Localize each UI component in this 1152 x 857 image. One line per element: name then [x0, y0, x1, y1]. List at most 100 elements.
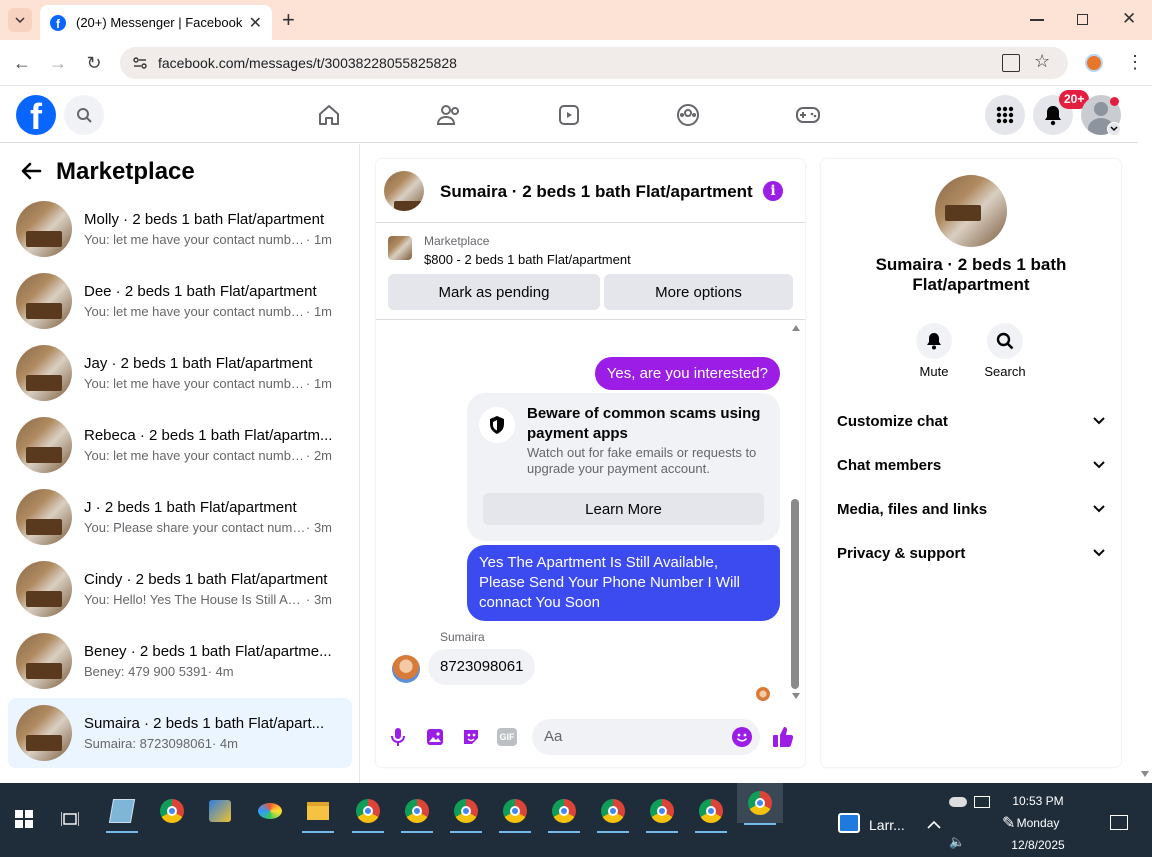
incoming-message[interactable]: 8723098061 — [428, 649, 536, 685]
chat-panel: Sumaira · 2 beds 1 bath Flat/apartment i… — [376, 159, 805, 767]
clock-time[interactable]: 10:53 PM — [1010, 794, 1066, 808]
page-scrollbar[interactable] — [1138, 144, 1152, 783]
clock-day[interactable]: Monday — [1010, 816, 1066, 830]
install-app-icon[interactable] — [1002, 54, 1020, 72]
scroll-up-arrow-icon[interactable] — [792, 325, 800, 331]
browser-menu-icon[interactable]: ⋮ — [1126, 52, 1144, 72]
home-icon[interactable] — [313, 99, 345, 131]
details-section-row[interactable]: Privacy & support — [837, 535, 1105, 571]
tab-close-icon[interactable]: ✕ — [249, 13, 262, 33]
groups-icon[interactable] — [672, 99, 704, 131]
chrome-profile-4-icon[interactable] — [493, 791, 537, 833]
conversation-time: · 1m — [306, 304, 332, 319]
details-section-row[interactable]: Customize chat — [837, 403, 1105, 439]
details-section-label: Privacy & support — [837, 544, 966, 562]
conversation-item[interactable]: Sumaira · 2 beds 1 bath Flat/apart... Sum… — [8, 698, 352, 768]
chrome-icon[interactable] — [150, 791, 194, 831]
reload-icon[interactable]: ↻ — [82, 51, 106, 75]
tray-chevron-up-icon[interactable] — [927, 817, 941, 835]
minimize-icon[interactable] — [1030, 19, 1044, 21]
conversation-item[interactable]: Beney · 2 beds 1 bath Flat/apartme... Ben… — [8, 626, 352, 696]
chrome-active-icon[interactable] — [737, 783, 783, 825]
gaming-icon[interactable] — [792, 99, 824, 131]
tray-app-icon[interactable] — [838, 813, 860, 833]
scroll-thumb[interactable] — [791, 499, 799, 689]
back-arrow-icon[interactable] — [20, 160, 44, 184]
onedrive-cloud-icon[interactable] — [949, 797, 967, 807]
emoji-icon[interactable] — [732, 727, 752, 747]
chrome-profile-6-icon[interactable] — [591, 791, 635, 833]
more-options-button[interactable]: More options — [604, 274, 793, 310]
chrome-profile-1-icon[interactable] — [346, 791, 390, 833]
sender-avatar[interactable] — [392, 655, 420, 683]
search-in-chat-button[interactable] — [987, 323, 1023, 359]
outgoing-message-long[interactable]: Yes The Apartment Is Still Available, Pl… — [467, 545, 780, 621]
file-explorer-icon[interactable] — [296, 791, 340, 833]
page-scroll-down-icon[interactable] — [1141, 771, 1149, 777]
sticker-icon[interactable] — [461, 727, 481, 747]
chrome-profile-8-icon[interactable] — [689, 791, 733, 833]
bookmark-star-icon[interactable]: ☆ — [1034, 51, 1050, 72]
clock-date[interactable]: 12/8/2025 — [1008, 838, 1068, 852]
profile-avatar-icon[interactable] — [1085, 54, 1103, 72]
menu-grid-icon[interactable] — [985, 95, 1025, 135]
magnifier-icon — [996, 332, 1014, 350]
mark-as-pending-button[interactable]: Mark as pending — [388, 274, 600, 310]
site-info-icon[interactable] — [132, 55, 148, 71]
learn-more-button[interactable]: Learn More — [483, 493, 764, 525]
paint-app-icon[interactable] — [248, 791, 292, 831]
gif-icon[interactable]: GIF — [497, 728, 517, 746]
new-tab-icon[interactable]: + — [282, 8, 295, 32]
facebook-logo-icon[interactable]: f — [16, 95, 56, 135]
chrome-profile-2-icon[interactable] — [395, 791, 439, 833]
chevron-down-icon — [1093, 461, 1105, 469]
maximize-icon[interactable] — [1077, 14, 1088, 25]
video-icon[interactable] — [553, 99, 585, 131]
mute-button[interactable] — [916, 323, 952, 359]
chat-info-icon[interactable]: i — [763, 181, 783, 201]
conversation-item[interactable]: Rebeca · 2 beds 1 bath Flat/apartm... You… — [8, 410, 352, 480]
chat-scrollbar[interactable] — [789, 325, 801, 705]
conversation-item[interactable]: Cindy · 2 beds 1 bath Flat/apartment You:… — [8, 554, 352, 624]
tray-app-label[interactable]: Larr... — [869, 817, 905, 833]
conversation-item[interactable]: Dee · 2 beds 1 bath Flat/apartment You: l… — [8, 266, 352, 336]
app-notebook-icon[interactable] — [100, 791, 144, 833]
chrome-profile-7-icon[interactable] — [640, 791, 684, 833]
forward-icon[interactable]: → — [46, 51, 70, 75]
conversation-name: Cindy · 2 beds 1 bath Flat/apartment — [84, 571, 328, 588]
search-icon[interactable] — [64, 95, 104, 135]
address-bar[interactable]: facebook.com/messages/t/3003822805582582… — [120, 47, 1068, 79]
conversation-item[interactable]: Jay · 2 beds 1 bath Flat/apartment You: l… — [8, 338, 352, 408]
conversation-item[interactable]: J · 2 beds 1 bath Flat/apartment You: Ple… — [8, 482, 352, 552]
chrome-profile-3-icon[interactable] — [444, 791, 488, 833]
message-input[interactable]: Aa — [532, 719, 760, 755]
photo-icon[interactable] — [425, 727, 445, 747]
details-section-row[interactable]: Media, files and links — [837, 491, 1105, 527]
network-icon[interactable] — [974, 796, 990, 808]
volume-icon[interactable]: 🔈 — [949, 834, 965, 850]
start-windows-icon[interactable] — [2, 799, 46, 839]
details-avatar[interactable] — [935, 175, 1007, 247]
outgoing-message[interactable]: Yes, are you interested? — [594, 357, 780, 390]
close-window-icon[interactable]: ✕ — [1122, 9, 1136, 29]
notification-center-icon[interactable] — [1110, 815, 1128, 830]
chat-listing-avatar[interactable] — [384, 171, 424, 211]
photos-app-icon[interactable] — [198, 791, 242, 831]
account-chevron-down-icon[interactable] — [1107, 122, 1121, 136]
details-section-row[interactable]: Chat members — [837, 447, 1105, 483]
conversation-preview: You: let me have your contact numbe... — [84, 304, 306, 319]
listing-thumbnail[interactable] — [388, 236, 412, 260]
task-view-icon[interactable] — [48, 799, 92, 839]
conversation-item[interactable]: Molly · 2 beds 1 bath Flat/apartment You:… — [8, 194, 352, 264]
chrome-profile-5-icon[interactable] — [542, 791, 586, 833]
chat-title[interactable]: Sumaira · 2 beds 1 bath Flat/apartment — [440, 182, 753, 202]
warning-title: Beware of common scams using payment app… — [527, 405, 761, 442]
like-thumbs-up-icon[interactable] — [772, 726, 794, 748]
browser-tab[interactable]: f (20+) Messenger | Facebook ✕ — [40, 5, 272, 40]
tab-search-icon[interactable] — [8, 8, 32, 32]
microphone-icon[interactable] — [390, 727, 406, 747]
friends-icon[interactable] — [433, 99, 465, 131]
scroll-down-arrow-icon[interactable] — [792, 693, 800, 699]
listing-description[interactable]: $800 - 2 beds 1 bath Flat/apartment — [424, 252, 631, 267]
back-icon[interactable]: ← — [10, 51, 34, 75]
